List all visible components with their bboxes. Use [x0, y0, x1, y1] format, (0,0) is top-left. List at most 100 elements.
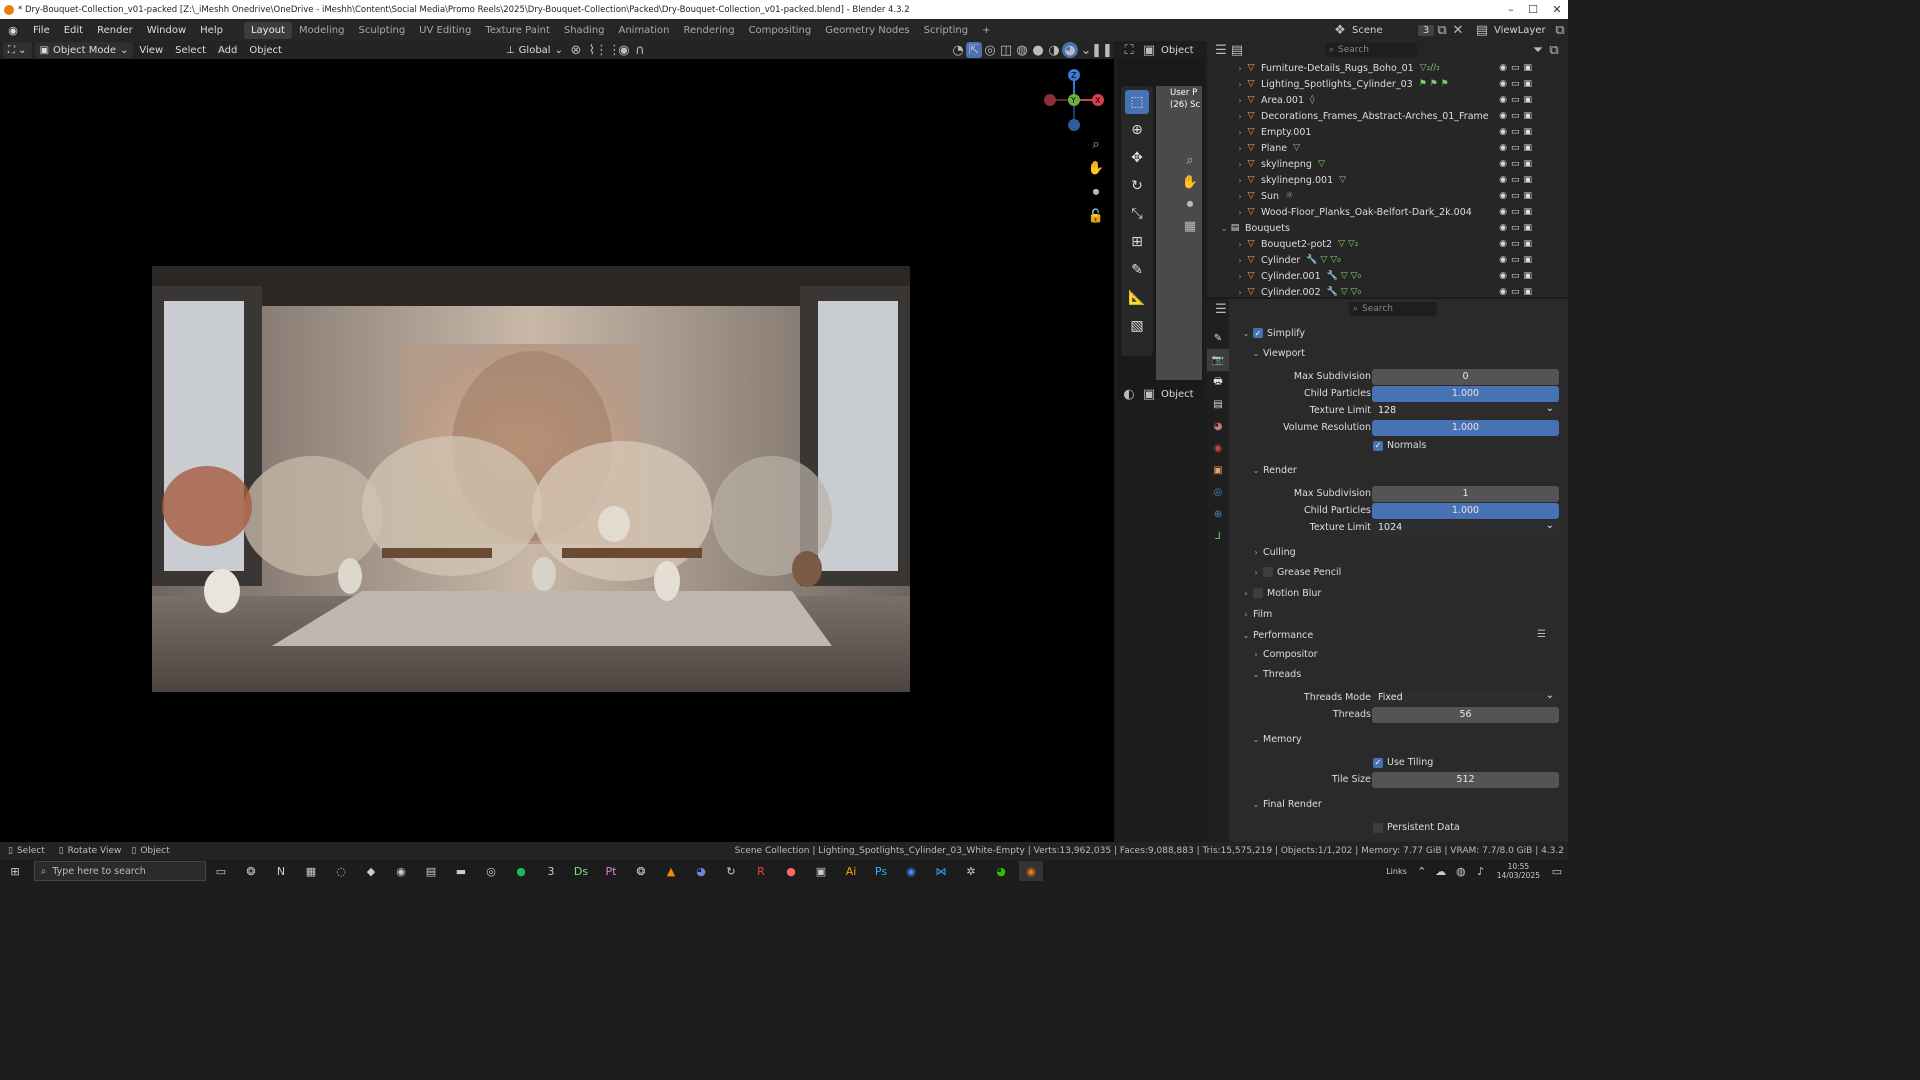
app-icon-5[interactable]: ◆ [359, 861, 383, 881]
shading-sphere-icon[interactable]: ◐ [1121, 386, 1137, 402]
r-texture-limit-select[interactable]: 1024 [1372, 519, 1559, 536]
render-visibility-icon[interactable]: ▣ [1523, 95, 1532, 105]
grease-pencil-subpanel-header[interactable]: › Grease Pencil [1249, 563, 1341, 581]
rendered-shading-icon[interactable]: ◕ [1062, 42, 1078, 58]
memory-subpanel-header[interactable]: ⌄ Memory [1249, 730, 1302, 748]
viewport-visibility-icon[interactable]: ▭ [1511, 79, 1520, 89]
eye-icon[interactable]: ◉ [1499, 287, 1507, 297]
minimize-button[interactable]: – [1500, 0, 1522, 19]
threads-field[interactable]: 56 [1372, 706, 1559, 723]
photoshop-app-icon[interactable]: Ps [869, 861, 893, 881]
app-icon-4[interactable]: ◌ [329, 861, 353, 881]
tab-scripting[interactable]: Scripting [917, 22, 975, 39]
object-tab-icon[interactable]: ▣ [1207, 459, 1229, 481]
eye-icon[interactable]: ◉ [1499, 191, 1507, 201]
file-explorer-icon[interactable]: ▬ [449, 861, 473, 881]
footer-object-label[interactable]: Object [1161, 389, 1194, 400]
viewport-visibility-icon[interactable]: ▭ [1511, 223, 1520, 233]
task-view-icon[interactable]: ▭ [209, 861, 233, 881]
wireframe-shading-icon[interactable]: ◍ [1014, 42, 1030, 58]
mini-camera-icon[interactable]: ⏺ [1182, 196, 1198, 212]
chevron-right-icon[interactable]: › [1235, 288, 1245, 297]
outliner-object-row[interactable]: › ▽ Cylinder 🔧 ▽ ▽₀ ◉ ▭ ▣ [1207, 252, 1568, 268]
eye-icon[interactable]: ◉ [1499, 159, 1507, 169]
illustrator-app-icon[interactable]: Ai [839, 861, 863, 881]
eye-icon[interactable]: ◉ [1499, 207, 1507, 217]
mini-viewport-thumbnail[interactable]: User P (26) Sc ⌕ ✋ ⏺ ▦ [1156, 86, 1202, 380]
outliner-object-row[interactable]: › ▽ Bouquet2-pot2 ▽ ▽₂ ◉ ▭ ▣ [1207, 236, 1568, 252]
threads-mode-select[interactable]: Fixed [1372, 689, 1559, 706]
film-panel-header[interactable]: › Film [1239, 605, 1272, 623]
onedrive-icon[interactable]: ☁ [1434, 861, 1448, 881]
viewport-visibility-icon[interactable]: ▭ [1511, 207, 1520, 217]
sync-app-icon[interactable]: ↻ [719, 861, 743, 881]
openai-app-icon[interactable]: ❂ [629, 861, 653, 881]
proportional-edit-icon[interactable]: ◉ [616, 42, 632, 58]
render-visibility-icon[interactable]: ▣ [1523, 239, 1532, 249]
eye-icon[interactable]: ◉ [1499, 95, 1507, 105]
render-subpanel-header[interactable]: ⌄ Render [1249, 461, 1297, 479]
3d-viewport[interactable]: Z X Y ⌕ ✋ ⏺ 🔓 [0, 59, 1114, 842]
tab-sculpting[interactable]: Sculpting [351, 22, 412, 39]
falloff-icon[interactable]: ∩ [632, 42, 648, 58]
viewport-menu-object[interactable]: Object [243, 45, 288, 56]
chevron-right-icon[interactable]: › [1235, 208, 1245, 217]
r-child-particles-slider[interactable]: 1.000 [1372, 502, 1559, 519]
tile-size-field[interactable]: 512 [1372, 771, 1559, 788]
render-visibility-icon[interactable]: ▣ [1523, 207, 1532, 217]
eye-icon[interactable]: ◉ [1499, 127, 1507, 137]
chevron-right-icon[interactable]: › [1235, 256, 1245, 265]
wechat-app-icon[interactable]: ◕ [989, 861, 1013, 881]
tool-header-object-label[interactable]: Object [1161, 45, 1194, 56]
outliner-object-row[interactable]: › ▽ skylinepng.001 ▽ ◉ ▭ ▣ [1207, 172, 1568, 188]
blender-menu-icon[interactable]: ◉ [0, 24, 26, 37]
viewport-visibility-icon[interactable]: ▭ [1511, 143, 1520, 153]
tab-layout[interactable]: Layout [243, 21, 292, 39]
delete-scene-icon[interactable]: ✕ [1450, 22, 1466, 38]
rotate-tool-icon[interactable]: ↻ [1125, 174, 1149, 198]
mini-hand-icon[interactable]: ✋ [1182, 174, 1198, 190]
render-visibility-icon[interactable]: ▣ [1523, 79, 1532, 89]
tab-uv-editing[interactable]: UV Editing [412, 22, 478, 39]
menu-help[interactable]: Help [193, 25, 230, 36]
orientation-selector[interactable]: ⊥ Global ⌄ [501, 42, 568, 58]
properties-search-input[interactable]: ⌕ Search [1349, 302, 1437, 316]
chevron-right-icon[interactable]: › [1235, 176, 1245, 185]
tab-shading[interactable]: Shading [557, 22, 612, 39]
outliner-object-row[interactable]: › ▽ Empty.001 ◉ ▭ ▣ [1207, 124, 1568, 140]
output-tab-icon[interactable]: 🖶 [1207, 371, 1229, 393]
vscode-app-icon[interactable]: ⋈ [929, 861, 953, 881]
eye-icon[interactable]: ◉ [1499, 175, 1507, 185]
outliner-object-row[interactable]: › ▽ Lighting_Spotlights_Cylinder_03 ⚑ ⚑ ⚑ ◉ ▭… [1207, 76, 1568, 92]
outliner-search-input[interactable]: ⌕ Search [1325, 43, 1417, 57]
viewport-visibility-icon[interactable]: ▭ [1511, 191, 1520, 201]
mode-selector[interactable]: ▣ Object Mode ⌄ [34, 42, 134, 58]
app-icon-11[interactable]: 3 [539, 861, 563, 881]
app-icon-24[interactable]: ◉ [899, 861, 923, 881]
menu-window[interactable]: Window [140, 25, 193, 36]
outliner-collection-row[interactable]: ⌄ ▤ Bouquets ◉ ▭ ▣ [1207, 220, 1568, 236]
data-tab-icon[interactable]: ⅃ [1207, 525, 1229, 547]
camera-view-icon[interactable]: ⏺ [1088, 184, 1104, 200]
properties-editor-icon[interactable]: ☰ [1213, 301, 1229, 317]
chevron-right-icon[interactable]: › [1235, 112, 1245, 121]
taskbar-search-input[interactable]: ⌕ Type here to search [34, 861, 206, 881]
scale-tool-icon[interactable]: ⤡ [1125, 202, 1149, 226]
outliner-object-row[interactable]: › ▽ Decorations_Frames_Abstract-Arches_01_… [1207, 108, 1568, 124]
viewport-visibility-icon[interactable]: ▭ [1511, 287, 1520, 297]
render-visibility-icon[interactable]: ▣ [1523, 143, 1532, 153]
tab-compositing[interactable]: Compositing [742, 22, 819, 39]
threads-subpanel-header[interactable]: ⌄ Threads [1249, 665, 1302, 683]
mini-zoom-icon[interactable]: ⌕ [1182, 152, 1198, 168]
tray-chevron-icon[interactable]: ⌃ [1416, 861, 1428, 881]
eye-icon[interactable]: ◉ [1499, 255, 1507, 265]
motion-blur-panel-header[interactable]: › Motion Blur [1239, 584, 1321, 602]
scene-selector[interactable]: Scene [1348, 25, 1418, 36]
mini-grid-icon[interactable]: ▦ [1182, 218, 1198, 234]
outliner-object-row[interactable]: › ▽ Plane ▽ ◉ ▭ ▣ [1207, 140, 1568, 156]
use-tiling-checkbox[interactable]: ✓ [1373, 757, 1383, 768]
viewport-visibility-icon[interactable]: ▭ [1511, 255, 1520, 265]
vp-volume-resolution-slider[interactable]: 1.000 [1372, 419, 1559, 436]
outliner-object-row[interactable]: › ▽ Area.001 ◊ ◉ ▭ ▣ [1207, 92, 1568, 108]
taskbar-links[interactable]: Links [1386, 867, 1407, 876]
